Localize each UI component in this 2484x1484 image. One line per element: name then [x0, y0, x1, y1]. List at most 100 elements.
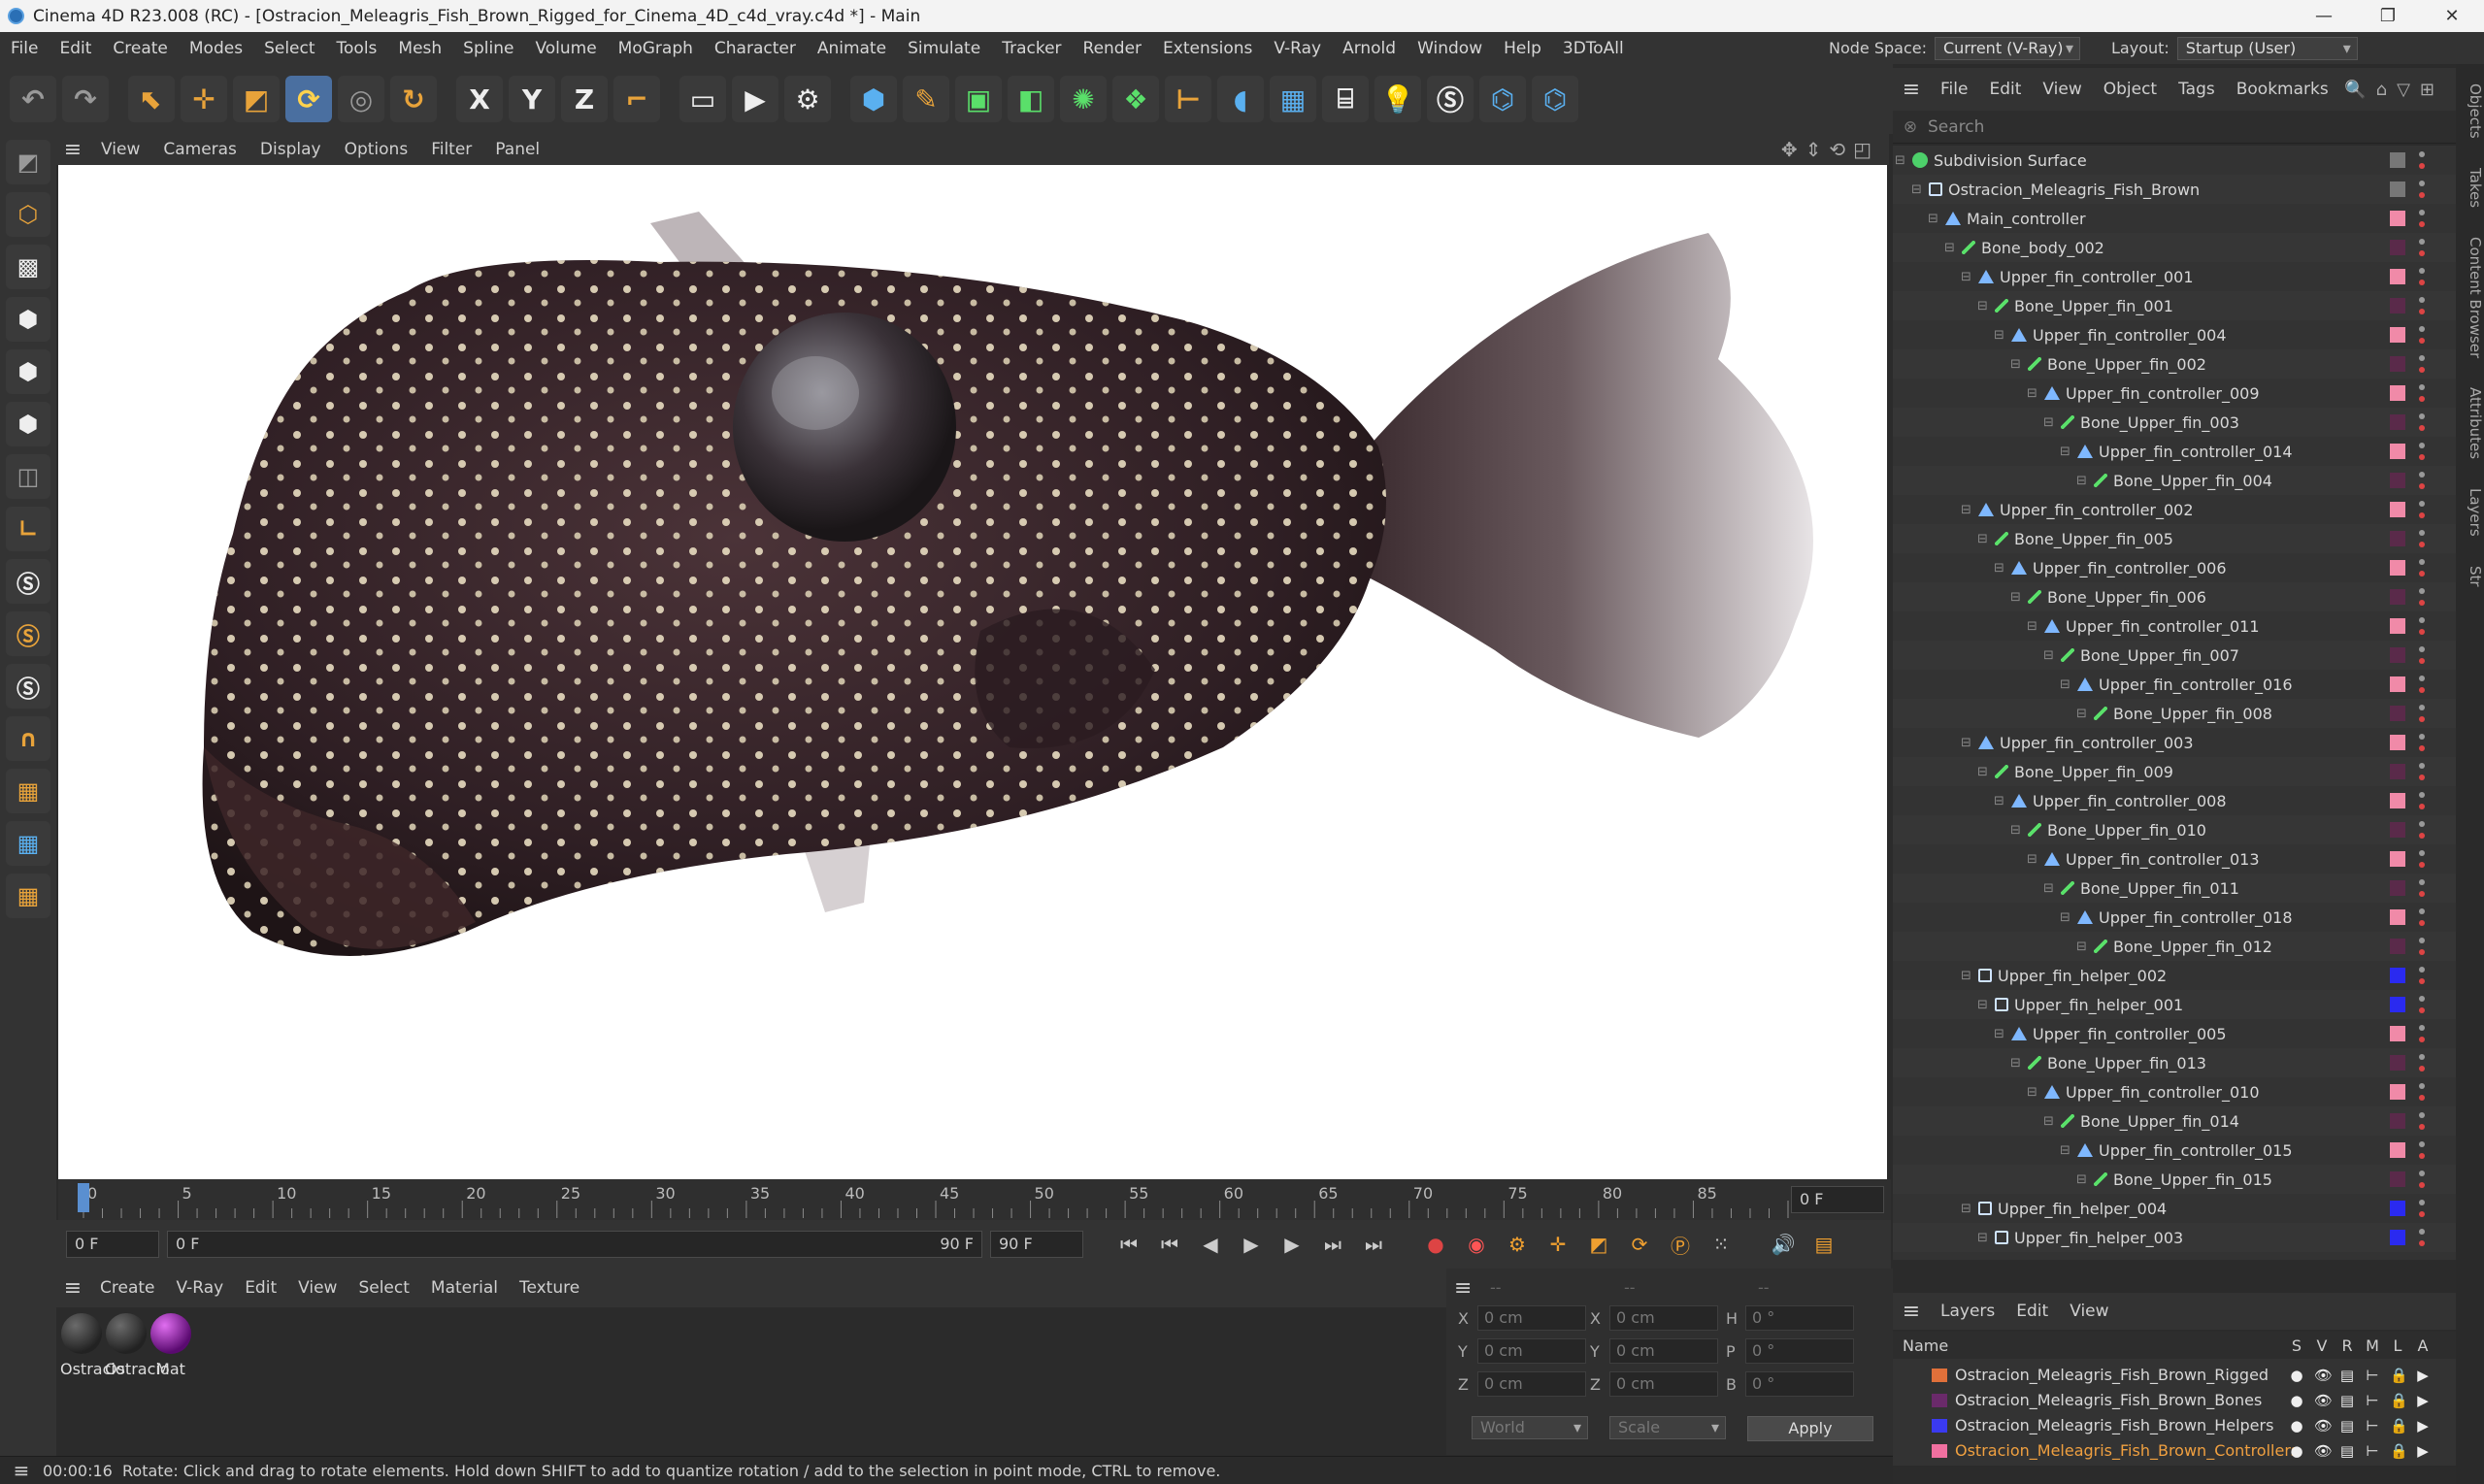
- tree-row[interactable]: ⊟ Bone_Upper_fin_010: [1893, 815, 2456, 844]
- tree-row[interactable]: ⊟ Bone_Upper_fin_001: [1893, 291, 2456, 320]
- tree-expand-icon[interactable]: ⊟: [1977, 1231, 1988, 1245]
- tree-expand-icon[interactable]: ⊟: [2043, 648, 2054, 663]
- tree-expand-icon[interactable]: ⊟: [1961, 969, 1971, 983]
- workplane-icon[interactable]: ▦: [6, 769, 50, 813]
- tree-expand-icon[interactable]: ⊟: [1977, 299, 1988, 313]
- coord-value-field[interactable]: 0 °: [1745, 1338, 1854, 1364]
- tree-row[interactable]: ⊟ Upper_fin_controller_009: [1893, 379, 2456, 408]
- menu-arnold[interactable]: Arnold: [1332, 39, 1407, 58]
- layer-color-tag[interactable]: [2390, 1171, 2405, 1187]
- tree-row[interactable]: ⊟ Subdivision Surface: [1893, 146, 2456, 175]
- locked-workplane-icon[interactable]: ▦: [6, 821, 50, 866]
- transform-tool-icon[interactable]: ↻: [390, 76, 437, 122]
- layer-color-tag[interactable]: [2390, 414, 2405, 430]
- viewport-hamburger-icon[interactable]: ≡: [56, 138, 89, 162]
- visibility-dots-icon[interactable]: [2419, 151, 2425, 169]
- manager-icon[interactable]: ⊢: [2365, 1442, 2380, 1460]
- viewport-menu-options[interactable]: Options: [333, 140, 420, 159]
- visibility-dots-icon[interactable]: [2419, 1141, 2425, 1159]
- tree-row[interactable]: ⊟ Ostracion_Meleagris_Fish_Brown: [1893, 175, 2456, 204]
- material-menu-v-ray[interactable]: V-Ray: [166, 1278, 235, 1298]
- material-menu-select[interactable]: Select: [348, 1278, 419, 1298]
- field-icon[interactable]: ◖: [1217, 76, 1264, 122]
- redo-icon[interactable]: ↷: [62, 76, 109, 122]
- visibility-dots-icon[interactable]: [2419, 1229, 2425, 1246]
- layer-color-tag[interactable]: [2390, 444, 2405, 459]
- layer-color-tag[interactable]: [2390, 793, 2405, 808]
- layer-color-tag[interactable]: [2390, 152, 2405, 168]
- layer-color-tag[interactable]: [2390, 589, 2405, 605]
- visibility-dots-icon[interactable]: [2419, 559, 2425, 577]
- tree-row[interactable]: ⊟ Upper_fin_controller_016: [1893, 670, 2456, 699]
- quantize-icon[interactable]: Ⓢ: [6, 664, 50, 709]
- visibility-dots-icon[interactable]: [2419, 268, 2425, 285]
- tree-row[interactable]: ⊟ Bone_Upper_fin_002: [1893, 349, 2456, 379]
- prev-frame-icon[interactable]: ◀: [1194, 1228, 1227, 1261]
- end-frame-field[interactable]: 90 F: [990, 1231, 1083, 1258]
- layer-color-tag[interactable]: [2390, 909, 2405, 925]
- visibility-dots-icon[interactable]: [2419, 1054, 2425, 1072]
- menu-animate[interactable]: Animate: [807, 39, 897, 58]
- camera-icon[interactable]: ⌸: [1322, 76, 1369, 122]
- coord-value-field[interactable]: 0 °: [1745, 1305, 1854, 1331]
- visibility-dots-icon[interactable]: [2419, 326, 2425, 344]
- layer-color-tag[interactable]: [2390, 764, 2405, 779]
- texture-mode-icon[interactable]: ▩: [6, 245, 50, 289]
- render-icon[interactable]: ▤: [2339, 1442, 2355, 1460]
- workplane-rotate-icon[interactable]: ▦: [6, 874, 50, 918]
- search-clear-icon[interactable]: ⊗: [1893, 117, 1928, 137]
- menu-v-ray[interactable]: V-Ray: [1263, 39, 1332, 58]
- layer-color-tag[interactable]: [2390, 1142, 2405, 1158]
- pen-spline-icon[interactable]: ✎: [903, 76, 949, 122]
- layer-color-tag[interactable]: [2390, 939, 2405, 954]
- timeline-ruler[interactable]: 051015202530354045505560657075808590 0 F: [58, 1179, 1891, 1220]
- layers-menu-edit[interactable]: Edit: [2005, 1302, 2059, 1321]
- solo-icon[interactable]: ●: [2289, 1367, 2304, 1384]
- tree-row[interactable]: ⊟ Upper_fin_controller_006: [1893, 553, 2456, 582]
- tree-expand-icon[interactable]: ⊟: [2076, 474, 2087, 488]
- visible-icon[interactable]: 👁: [2314, 1367, 2333, 1384]
- viewport-nav-icons[interactable]: ✥⇕⟲◰: [1781, 138, 1879, 161]
- tree-expand-icon[interactable]: ⊟: [1994, 328, 2004, 343]
- floor-icon[interactable]: ▦: [1270, 76, 1316, 122]
- tree-expand-icon[interactable]: ⊟: [1961, 1202, 1971, 1216]
- menu-window[interactable]: Window: [1407, 39, 1493, 58]
- x-axis-icon[interactable]: X: [456, 76, 503, 122]
- tree-row[interactable]: ⊟ Upper_fin_controller_002: [1893, 495, 2456, 524]
- visible-icon[interactable]: 👁: [2314, 1417, 2333, 1435]
- edges-mode-icon[interactable]: ⬢: [6, 349, 50, 394]
- visibility-dots-icon[interactable]: [2419, 879, 2425, 897]
- coord-value-field[interactable]: 0 cm: [1477, 1338, 1586, 1364]
- tree-expand-icon[interactable]: ⊟: [1994, 794, 2004, 808]
- visibility-dots-icon[interactable]: [2419, 1083, 2425, 1101]
- prev-key-icon[interactable]: ⏮: [1153, 1228, 1186, 1261]
- tree-row[interactable]: ⊟ Upper_fin_controller_001: [1893, 262, 2456, 291]
- viewport-menu-filter[interactable]: Filter: [419, 140, 483, 159]
- tree-row[interactable]: ⊟ Bone_Upper_fin_011: [1893, 874, 2456, 903]
- object-menu-tags[interactable]: Tags: [2168, 80, 2226, 99]
- material-menu-edit[interactable]: Edit: [234, 1278, 287, 1298]
- visibility-dots-icon[interactable]: [2419, 1200, 2425, 1217]
- python-icon[interactable]: ⌬: [1479, 76, 1526, 122]
- play-icon[interactable]: ▶: [1235, 1228, 1268, 1261]
- layer-color-tag[interactable]: [2390, 211, 2405, 226]
- minimize-button[interactable]: —: [2292, 0, 2356, 32]
- move-tool-icon[interactable]: ✛: [181, 76, 227, 122]
- next-key-icon[interactable]: ⏭: [1316, 1228, 1349, 1261]
- undo-icon[interactable]: ↶: [10, 76, 56, 122]
- snap-icon[interactable]: Ⓢ: [6, 559, 50, 604]
- tree-expand-icon[interactable]: ⊟: [2060, 1143, 2070, 1158]
- layer-color-tag[interactable]: [2390, 997, 2405, 1012]
- visible-icon[interactable]: 👁: [2314, 1442, 2333, 1460]
- key-parameter-icon[interactable]: Ⓟ: [1664, 1228, 1697, 1261]
- record-icon[interactable]: ●: [1419, 1228, 1452, 1261]
- layer-color-tag[interactable]: [2390, 385, 2405, 401]
- material-menu-material[interactable]: Material: [420, 1278, 509, 1298]
- tree-row[interactable]: ⊟ Bone_Upper_fin_006: [1893, 582, 2456, 611]
- tree-row[interactable]: ⊟ Upper_fin_controller_011: [1893, 611, 2456, 641]
- visibility-dots-icon[interactable]: [2419, 472, 2425, 489]
- menu-render[interactable]: Render: [1073, 39, 1153, 58]
- tree-expand-icon[interactable]: ⊟: [2076, 1172, 2087, 1187]
- object-menu-view[interactable]: View: [2032, 80, 2092, 99]
- layer-color-tag[interactable]: [2390, 502, 2405, 517]
